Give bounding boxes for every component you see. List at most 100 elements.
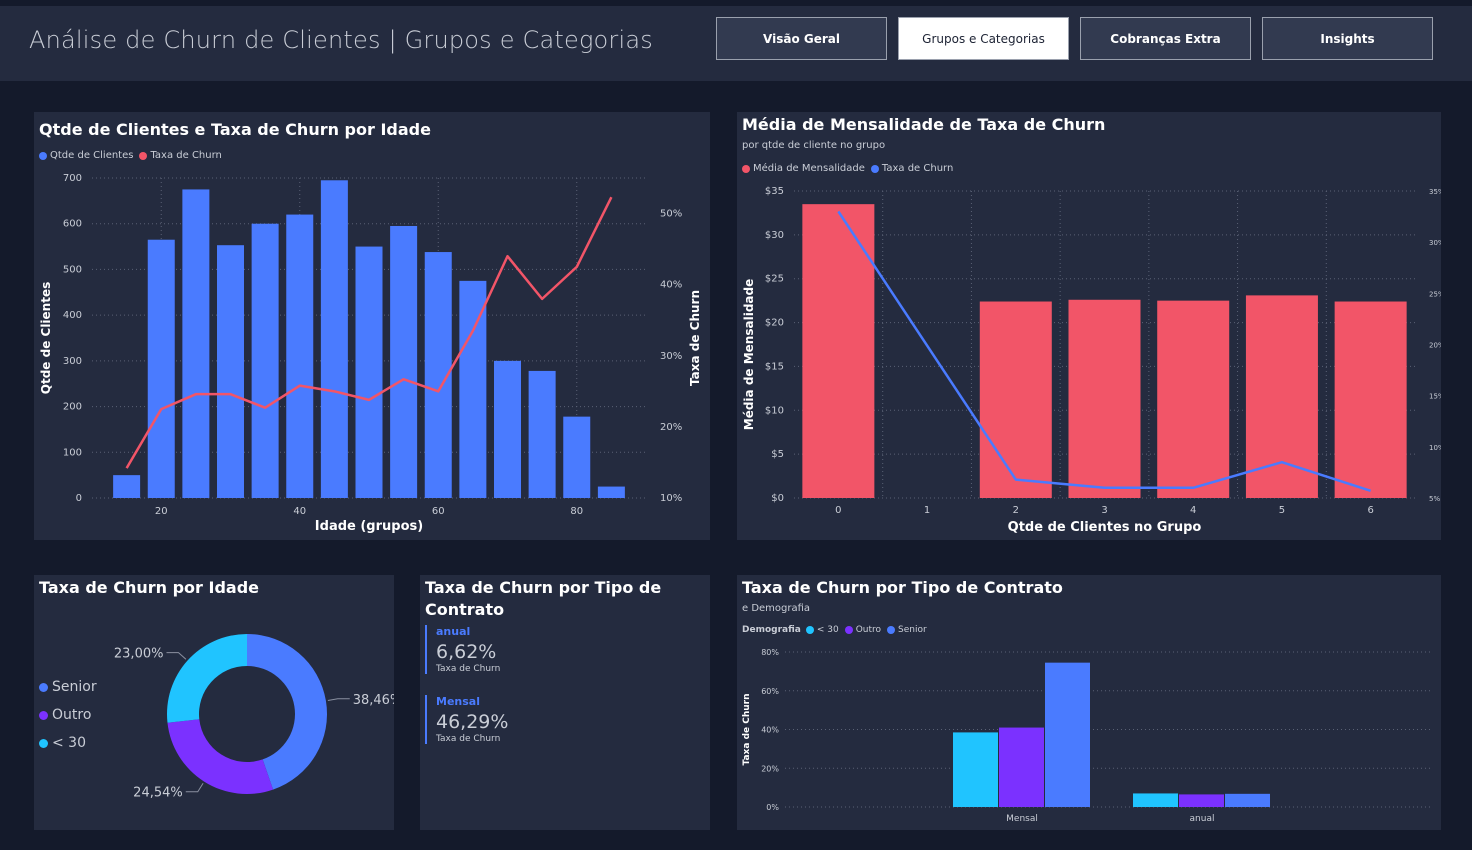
bar-qtde-clientes: [320, 180, 348, 498]
kpi-anual-label: anual: [436, 625, 471, 638]
bar-qtde-clientes: [217, 245, 244, 498]
y-tick-label: 700: [63, 173, 82, 184]
fee-chart-svg: $0 $5 $10 $15 $20 $25 $30 $35 5% 10% 15% 20% 25% 30% 3…: [742, 186, 1441, 535]
kpi-mensal-label: Mensal: [436, 695, 480, 708]
y2-tick-label: 25%: [1429, 290, 1441, 298]
bar-senior: [1225, 793, 1270, 807]
y-tick-label: 300: [63, 356, 82, 367]
x-tick-label: Mensal: [1006, 814, 1038, 824]
nav-visao-geral-button[interactable]: Visão Geral: [716, 17, 887, 60]
y-tick-label: 200: [63, 402, 82, 413]
contract-kpi-title-line2: Contrato: [425, 600, 505, 619]
x-axis-label: Qtde de Clientes no Grupo: [1008, 520, 1202, 535]
bar-qtde-clientes: [563, 416, 591, 498]
x-tick-label: 6: [1367, 505, 1373, 516]
y2-tick-label: 15%: [1429, 393, 1441, 401]
y-tick-label: 0: [76, 493, 82, 504]
y-tick-label: $15: [765, 361, 784, 372]
age-chart-svg: 0 100 200 300 400 500 600 700 20 40 60 80 10% 20% 30% 4…: [39, 173, 702, 534]
y-axis-label: Qtde de Clientes: [39, 282, 53, 394]
kpi-anual-value: 6,62%: [436, 641, 497, 663]
bar-outro: [999, 727, 1044, 807]
y-tick-label: $5: [771, 449, 784, 460]
contract-kpi-title-line1: Taxa de Churn por Tipo de: [425, 578, 662, 597]
donut-leader-line: [185, 782, 204, 793]
y2-tick-label: 5%: [1429, 495, 1440, 503]
header-bar: Análise de Churn de Clientes | Grupos e …: [0, 6, 1472, 81]
bar-media-mensalidade: [1157, 300, 1230, 498]
y-tick-label: 400: [63, 310, 82, 321]
x-tick-label: 4: [1190, 505, 1196, 516]
nav-cobrancas-extra-button[interactable]: Cobranças Extra: [1080, 17, 1251, 60]
y-tick-label: $25: [765, 274, 784, 285]
y2-tick-label: 35%: [1429, 188, 1441, 196]
y2-tick-label: 10%: [1429, 444, 1441, 452]
y-tick-label: 0%: [766, 803, 779, 812]
contract-kpi-card: Taxa de Churn por Tipo de Contrato anual…: [420, 575, 710, 830]
y-tick-label: 40%: [761, 726, 779, 735]
x-tick-label: 60: [432, 506, 445, 517]
bar-qtde-clientes: [251, 223, 279, 498]
x-tick-label: anual: [1190, 814, 1215, 824]
bar-outro: [1179, 794, 1224, 807]
contract-chart-svg: 0% 20% 40% 60% 80% Mensal anual Taxa de Churn: [742, 648, 1433, 824]
age-chart-card: Qtde de Clientes e Taxa de Churn por Ida…: [34, 112, 710, 540]
bar-media-mensalidade: [1245, 295, 1318, 498]
bar-senior: [1045, 662, 1090, 807]
y2-tick-label: 30%: [660, 351, 682, 362]
kpi-mensal[interactable]: Mensal 46,29% Taxa de Churn: [425, 695, 508, 744]
y-tick-label: 500: [63, 264, 82, 275]
bar-qtde-clientes: [528, 370, 556, 498]
donut-chart-svg: 38,46% 24,54% 23,00%: [114, 634, 394, 801]
y-tick-label: 100: [63, 447, 82, 458]
y-tick-label: 20%: [761, 764, 779, 773]
bar-under-30: [1133, 793, 1178, 807]
y2-tick-label: 10%: [660, 493, 682, 504]
donut-leader-line: [327, 698, 350, 701]
x-tick-label: 2: [1013, 505, 1019, 516]
donut-label-outro: 24,54%: [133, 786, 183, 801]
x-tick-label: 20: [155, 506, 168, 517]
bar-qtde-clientes: [286, 214, 314, 499]
y-axis-label: Média de Mensalidade: [742, 279, 756, 430]
y2-axis-label: Taxa de Churn: [688, 290, 702, 386]
y-axis-label: Taxa de Churn: [742, 693, 752, 765]
bar-qtde-clientes: [182, 189, 210, 498]
x-axis-label: Idade (grupos): [315, 519, 423, 534]
x-tick-label: 40: [293, 506, 306, 517]
y2-tick-label: 20%: [660, 422, 682, 433]
x-tick-label: 3: [1101, 505, 1107, 516]
donut-slice-under-30: [167, 634, 247, 723]
kpi-anual-caption: Taxa de Churn: [436, 664, 501, 674]
x-tick-label: 1: [924, 505, 930, 516]
kpi-anual[interactable]: anual 6,62% Taxa de Churn: [425, 625, 500, 674]
bar-qtde-clientes: [355, 246, 383, 498]
bar-media-mensalidade: [979, 301, 1052, 498]
fee-chart-card: Média de Mensalidade de Taxa de Churn po…: [737, 112, 1441, 540]
bar-qtde-clientes: [494, 360, 521, 498]
y-tick-label: $10: [765, 405, 784, 416]
x-tick-label: 0: [835, 505, 841, 516]
donut-label-under-30: 23,00%: [114, 647, 164, 662]
y2-tick-label: 30%: [1429, 239, 1441, 247]
nav-grupos-categorias-button[interactable]: Grupos e Categorias: [898, 17, 1069, 60]
page-title: Análise de Churn de Clientes | Grupos e …: [29, 26, 653, 54]
donut-leader-line: [166, 652, 187, 660]
y-tick-label: $20: [765, 318, 784, 329]
y-tick-label: 600: [63, 219, 82, 230]
kpi-mensal-value: 46,29%: [436, 711, 509, 733]
contract-chart-card: Taxa de Churn por Tipo de Contrato e Dem…: [737, 575, 1441, 830]
donut-card: Taxa de Churn por Idade Senior Outro < 3…: [34, 575, 394, 830]
bar-qtde-clientes: [147, 239, 175, 498]
bar-qtde-clientes: [390, 226, 418, 498]
bar-qtde-clientes: [113, 475, 141, 498]
y2-tick-label: 20%: [1429, 342, 1441, 350]
bar-media-mensalidade: [1334, 301, 1407, 498]
y2-tick-label: 50%: [660, 209, 682, 220]
y-tick-label: $30: [765, 230, 784, 241]
donut-label-senior: 38,46%: [353, 693, 394, 708]
y-tick-label: $35: [765, 186, 784, 197]
nav-insights-button[interactable]: Insights: [1262, 17, 1433, 60]
x-tick-label: 5: [1279, 505, 1285, 516]
y2-tick-label: 40%: [660, 280, 682, 291]
